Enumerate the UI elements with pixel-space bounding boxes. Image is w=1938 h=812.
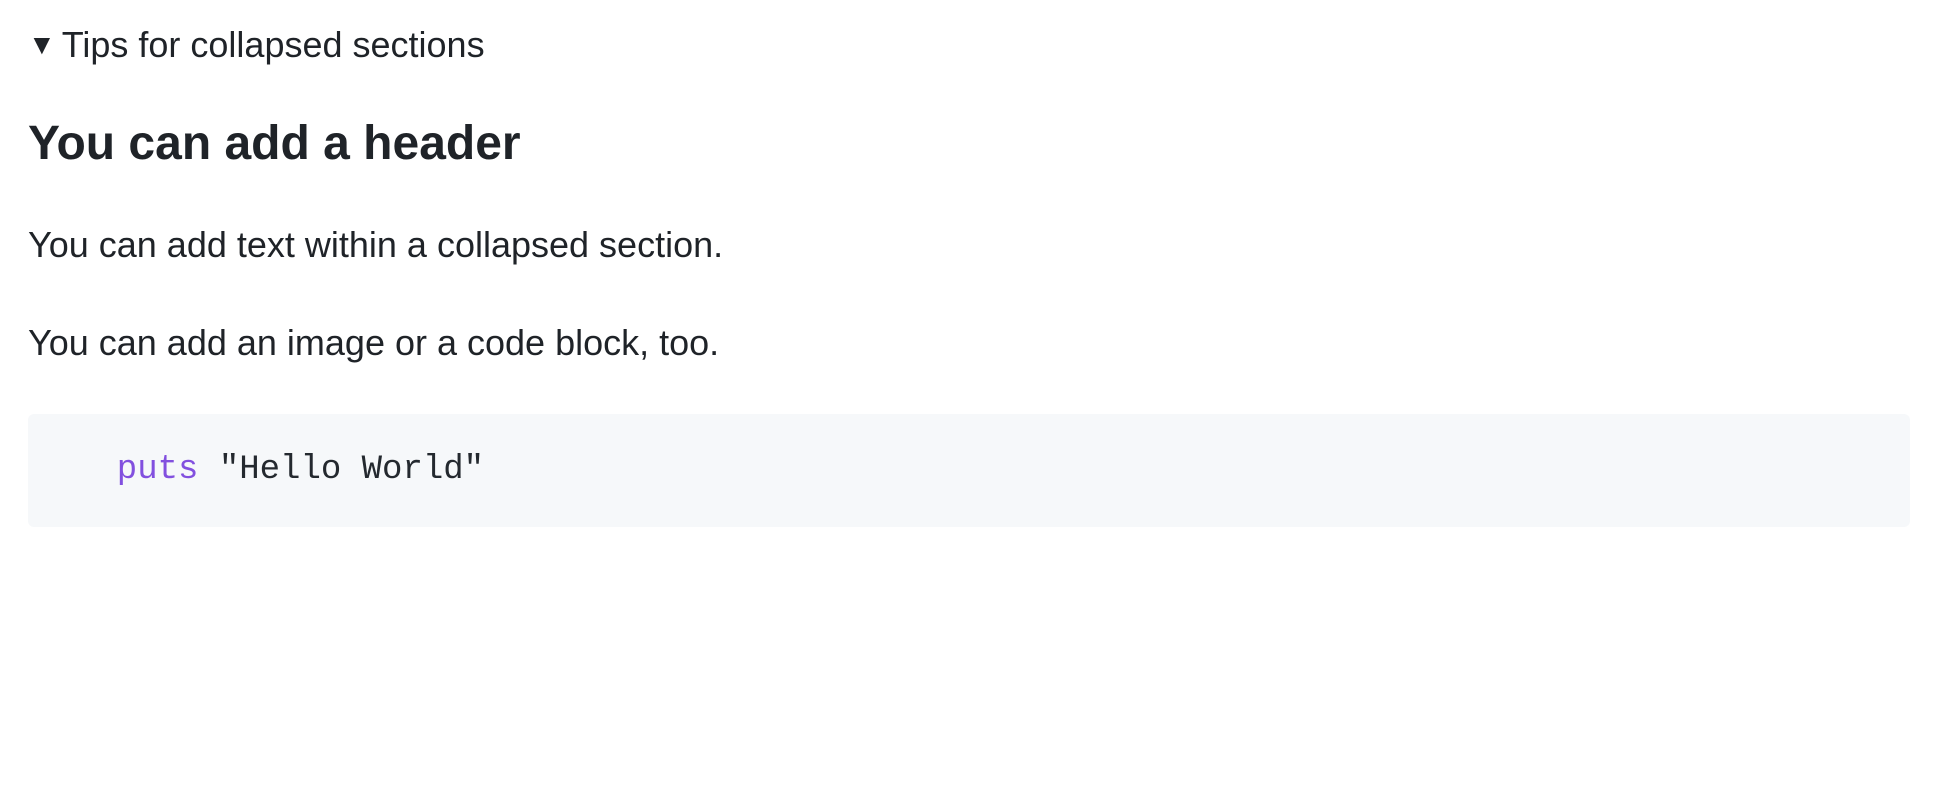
- section-heading: You can add a header: [28, 114, 1910, 174]
- collapsible-summary[interactable]: ▼ Tips for collapsed sections: [28, 24, 1910, 66]
- code-string: "Hello World": [219, 451, 484, 489]
- disclosure-triangle-icon: ▼: [28, 31, 56, 59]
- summary-label: Tips for collapsed sections: [62, 24, 485, 66]
- code-space: [198, 451, 218, 489]
- code-keyword: puts: [117, 451, 199, 489]
- code-block: puts "Hello World": [28, 414, 1910, 527]
- paragraph-text-1: You can add text within a collapsed sect…: [28, 218, 1910, 272]
- paragraph-text-2: You can add an image or a code block, to…: [28, 316, 1910, 370]
